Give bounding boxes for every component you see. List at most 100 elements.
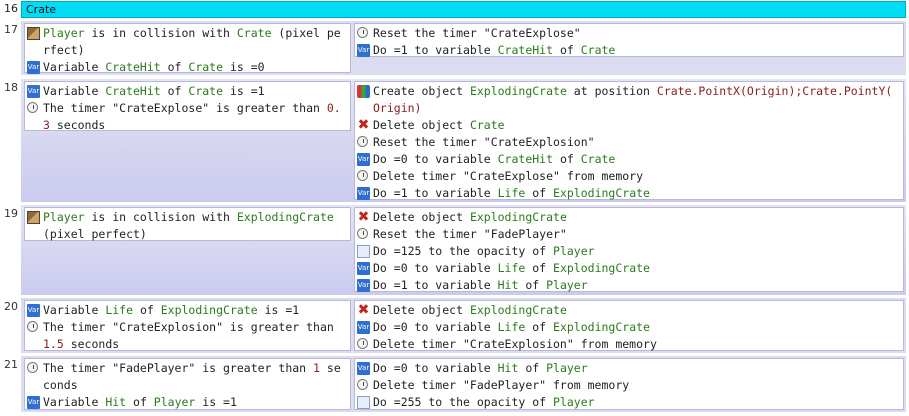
timer-icon — [357, 228, 368, 239]
plain-text: seconds — [63, 337, 120, 351]
opacity-icon — [357, 245, 370, 258]
value-text: 3 — [43, 118, 50, 132]
group-bar[interactable]: Crate — [21, 1, 906, 18]
actions-panel[interactable]: Var Do =0 to variable Hit of Player Delete… — [354, 358, 904, 410]
object-name: Player — [153, 395, 196, 409]
plain-text: The timer "CrateExplosion" is greater th… — [43, 320, 334, 334]
action-text: Do =0 to variable Life of ExplodingCrate — [373, 260, 650, 277]
plain-text: of — [518, 278, 547, 292]
timer-icon — [357, 379, 368, 390]
actions-panel[interactable]: Create object ExplodingCrate at position… — [354, 81, 904, 200]
plain-text: is =1 — [257, 303, 300, 317]
object-name: Player — [553, 395, 595, 409]
plain-text: Do =0 to variable — [373, 261, 498, 275]
action-text: Do =125 to the opacity of Player — [373, 243, 595, 260]
object-name: ExplodingCrate — [469, 303, 567, 317]
object-name: Crate — [580, 43, 616, 57]
variable-icon: Var — [357, 187, 370, 200]
conditions-panel[interactable]: Player is in collision with ExplodingCra… — [24, 207, 351, 241]
object-name: ExplodingCrate — [236, 210, 334, 224]
timer-icon — [357, 136, 368, 147]
action-text: Delete timer "FadePlayer" from memory — [373, 377, 629, 394]
object-name: Player — [43, 26, 85, 40]
object-name: CrateHit — [497, 43, 554, 57]
action-text: Do =255 to the opacity of Player — [373, 394, 595, 411]
create-object-icon — [357, 85, 370, 98]
variable-icon: Var — [27, 396, 40, 409]
plain-text: of — [553, 43, 581, 57]
plain-text: of — [160, 60, 189, 74]
object-name: ExplodingCrate — [160, 303, 258, 317]
conditions-panel[interactable]: Var Variable CrateHit of Crate is =1 The t… — [24, 81, 351, 132]
plain-text: is in collision with — [84, 210, 237, 224]
condition-text: (pixel perfect) — [43, 226, 147, 243]
object-name: Life — [105, 303, 134, 317]
action-text: Reset the timer "CrateExplosion" — [373, 134, 595, 151]
plain-text: Variable — [43, 303, 106, 317]
object-name: Crate — [236, 26, 272, 40]
conditions-panel[interactable]: Player is in collision with Crate (pixel… — [24, 23, 351, 76]
object-name: Crate — [188, 84, 224, 98]
object-name: ExplodingCrate — [553, 261, 650, 275]
group-number: 16 — [4, 2, 18, 15]
condition-text: Variable CrateHit of Crate is =0 — [43, 59, 265, 76]
object-name: Crate — [188, 60, 224, 74]
plain-text: of — [553, 152, 581, 166]
condition-text: Player is in collision with Crate (pixel… — [43, 25, 341, 42]
condition-text: The timer "FadePlayer" is greater than 1… — [43, 360, 341, 377]
plain-text: of — [525, 186, 554, 200]
value-text: 0. — [326, 101, 341, 115]
plain-text: conds — [43, 378, 78, 392]
object-name: Life — [497, 320, 526, 334]
plain-text: Delete timer "CrateExplose" from memory — [373, 169, 644, 183]
plain-text: Create object — [373, 84, 470, 98]
action-text: Do =1 to variable CrateHit of Crate — [373, 42, 615, 59]
conditions-panel[interactable]: Var Variable Life of ExplodingCrate is =1… — [24, 300, 351, 351]
plain-text: of — [518, 361, 547, 375]
variable-icon: Var — [27, 85, 40, 98]
object-name: Player — [43, 210, 85, 224]
action-text: Do =0 to variable CrateHit of Crate — [373, 151, 615, 168]
plain-text: Do =0 to variable — [373, 361, 498, 375]
opacity-icon — [357, 396, 370, 409]
plain-text: of — [133, 303, 161, 317]
event-number: 17 — [4, 23, 18, 36]
action-text: Reset the timer "CrateExplose" — [373, 25, 581, 42]
condition-text: conds — [43, 377, 78, 394]
event-number: 20 — [4, 300, 18, 313]
timer-icon — [27, 102, 38, 113]
plain-text: The timer "CrateExplose" is greater than — [43, 101, 327, 115]
plain-text: Delete timer "FadePlayer" from memory — [373, 378, 630, 392]
plain-text: Delete object — [373, 303, 470, 317]
condition-text: Player is in collision with ExplodingCra… — [43, 209, 334, 226]
group-label: Crate — [26, 3, 57, 16]
plain-text: at position — [566, 84, 657, 98]
actions-panel[interactable]: Reset the timer "CrateExplose" Var Do =1 t… — [354, 23, 904, 57]
plain-text: Delete object — [373, 210, 470, 224]
action-text: Do =0 to variable Hit of Player — [373, 360, 588, 377]
value-text: 1 — [313, 361, 320, 375]
collision-icon — [27, 27, 40, 40]
plain-text: Delete object — [373, 118, 470, 132]
action-text: Delete object Crate — [373, 117, 505, 134]
object-name: Crate — [580, 152, 616, 166]
object-name: Player — [546, 361, 588, 375]
object-name: CrateHit — [105, 60, 161, 74]
actions-panel[interactable]: ✖ Delete object ExplodingCrate Reset the t… — [354, 207, 904, 292]
plain-text: is =1 — [223, 84, 265, 98]
variable-icon: Var — [357, 153, 370, 166]
variable-icon: Var — [27, 304, 40, 317]
value-text: 1.5 — [43, 337, 64, 351]
collision-icon — [27, 211, 40, 224]
condition-text: The timer "CrateExplose" is greater than… — [43, 100, 341, 117]
actions-panel[interactable]: ✖ Delete object ExplodingCrate Var Do =0 to… — [354, 300, 904, 351]
plain-text: Variable — [43, 60, 106, 74]
group-header[interactable]: 16 Crate — [0, 0, 909, 19]
variable-icon: Var — [357, 362, 370, 375]
conditions-panel[interactable]: The timer "FadePlayer" is greater than 1… — [24, 358, 351, 410]
event-number: 18 — [4, 81, 18, 94]
plain-text: is in collision with — [84, 26, 237, 40]
event-number: 19 — [4, 207, 18, 220]
delete-icon: ✖ — [357, 302, 370, 318]
plain-text: Reset the timer "CrateExplose" — [373, 26, 581, 40]
